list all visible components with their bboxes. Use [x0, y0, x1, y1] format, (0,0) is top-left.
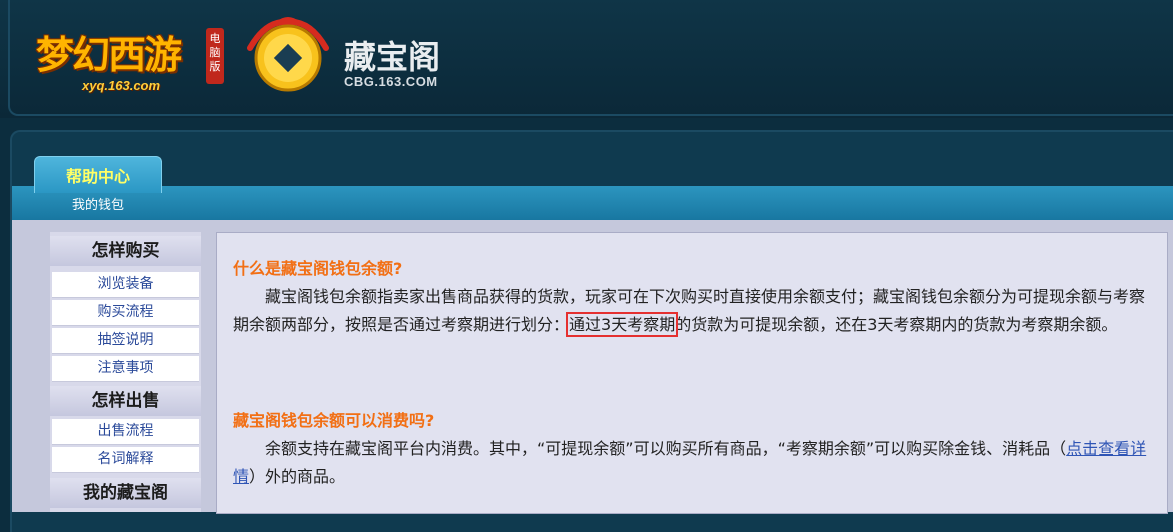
answer-wallet-balance: 藏宝阁钱包余额指卖家出售商品获得的货款，玩家可在下次购买时直接使用余额支付；藏宝…	[233, 283, 1153, 339]
answer2-text-a: 余额支持在藏宝阁平台内消费。其中，“可提现余额”可以购买所有商品，“考察期余额”…	[265, 439, 1067, 458]
tab-my-wallet[interactable]: 我的钱包	[72, 194, 124, 213]
coin-icon	[247, 17, 329, 92]
question-spend-balance: 藏宝阁钱包余额可以消费吗?	[233, 411, 435, 430]
sidebar-heading-my-cbg[interactable]: 我的藏宝阁	[50, 478, 201, 508]
sidebar-item-notes[interactable]: 注意事项	[52, 356, 199, 382]
answer2-text-b: ）外的商品。	[249, 467, 346, 486]
game-logo-title: 梦幻西游	[36, 32, 182, 77]
sidebar: 怎样购买 浏览装备 购买流程 抽签说明 注意事项 怎样出售 出售流程 名词解释 …	[50, 232, 201, 512]
sidebar-item-buy-flow[interactable]: 购买流程	[52, 300, 199, 326]
sidebar-heading-sell[interactable]: 怎样出售	[50, 386, 201, 416]
site-domain: CBG.163.COM	[344, 74, 438, 89]
tab-help-center-label: 帮助中心	[65, 167, 130, 186]
game-logo-url: xyq.163.com	[82, 78, 161, 93]
help-article: 什么是藏宝阁钱包余额? 藏宝阁钱包余额指卖家出售商品获得的货款，玩家可在下次购买…	[216, 232, 1168, 514]
sidebar-item-lottery[interactable]: 抽签说明	[52, 328, 199, 354]
answer-spend-balance: 余额支持在藏宝阁平台内消费。其中，“可提现余额”可以购买所有商品，“考察期余额”…	[233, 435, 1153, 491]
sidebar-item-glossary[interactable]: 名词解释	[52, 447, 199, 473]
sidebar-item-browse[interactable]: 浏览装备	[52, 272, 199, 298]
question-wallet-balance: 什么是藏宝阁钱包余额?	[233, 259, 403, 278]
highlighted-phrase: 通过3天考察期	[566, 312, 679, 337]
tab-bar	[12, 186, 1173, 220]
game-logo[interactable]: 梦幻西游 电脑版 xyq.163.com	[30, 10, 230, 94]
cbg-logo[interactable]: 藏宝阁 CBG.163.COM	[236, 14, 476, 96]
site-name: 藏宝阁	[344, 38, 441, 76]
sidebar-heading-buy[interactable]: 怎样购买	[50, 236, 201, 266]
game-logo-badge: 电脑版	[206, 28, 224, 84]
site-header: 梦幻西游 电脑版 xyq.163.com 藏宝阁 CBG.163.COM	[0, 0, 1173, 118]
answer-text-b: 的货款为可提现余额，还在3天考察期内的货款为考察期余额。	[675, 315, 1118, 334]
tab-help-center[interactable]: 帮助中心	[34, 156, 162, 193]
sidebar-item-sell-flow[interactable]: 出售流程	[52, 419, 199, 445]
